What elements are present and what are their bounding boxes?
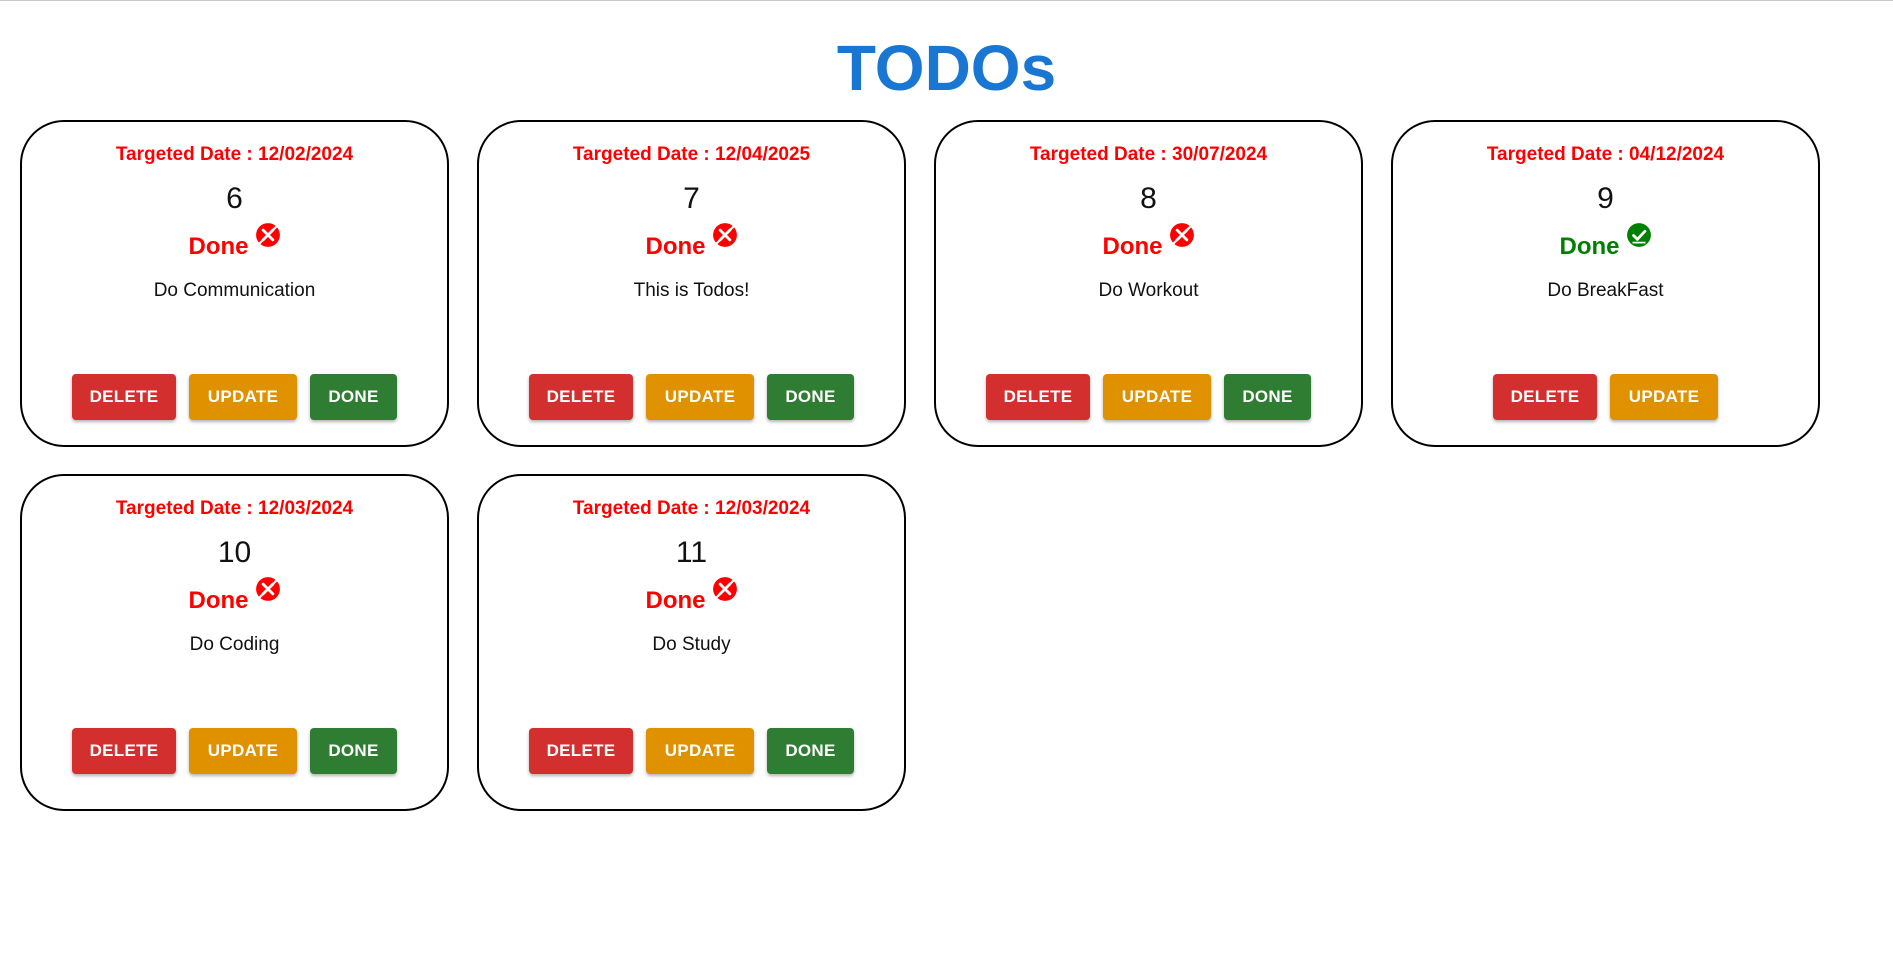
- status-label: Done: [188, 233, 249, 260]
- todo-card: Targeted Date : 30/07/2024 8 Done Do Wor…: [934, 120, 1363, 447]
- todo-description: Do Study: [652, 634, 731, 655]
- card-actions: DELETE UPDATE DONE: [22, 374, 447, 420]
- card-actions: DELETE UPDATE DONE: [22, 728, 447, 774]
- page-title: TODOs: [836, 32, 1057, 104]
- delete-button[interactable]: DELETE: [986, 374, 1090, 420]
- todo-id: 9: [1597, 182, 1614, 215]
- targeted-date: Targeted Date : 04/12/2024: [1486, 144, 1725, 165]
- cancel-icon: [712, 223, 737, 247]
- update-button[interactable]: UPDATE: [1103, 374, 1211, 420]
- todo-card: Targeted Date : 12/03/2024 11 Done Do St…: [477, 474, 906, 811]
- done-button[interactable]: DONE: [310, 374, 397, 420]
- todo-id: 6: [226, 182, 243, 215]
- todo-description: Do Communication: [153, 280, 316, 301]
- delete-button[interactable]: DELETE: [529, 374, 633, 420]
- update-button[interactable]: UPDATE: [189, 374, 297, 420]
- delete-button[interactable]: DELETE: [529, 728, 633, 774]
- delete-button[interactable]: DELETE: [72, 374, 176, 420]
- targeted-date: Targeted Date : 30/07/2024: [1029, 144, 1268, 165]
- cancel-icon: [1169, 223, 1194, 247]
- targeted-date: Targeted Date : 12/02/2024: [115, 144, 354, 165]
- todo-description: Do Workout: [1098, 280, 1199, 301]
- cancel-icon: [255, 577, 280, 601]
- status-label-row: Done: [22, 576, 447, 615]
- status-label-row: Done: [479, 576, 904, 615]
- cancel-icon: [712, 577, 737, 601]
- todo-card: Targeted Date : 12/03/2024 10 Done Do Co…: [20, 474, 449, 811]
- status-label-row: Done: [479, 222, 904, 261]
- todo-id: 10: [217, 536, 252, 569]
- status-label: Done: [645, 587, 706, 614]
- todo-card: Targeted Date : 04/12/2024 9 Done Do Bre…: [1391, 120, 1820, 447]
- top-divider: [0, 0, 1893, 1]
- update-button[interactable]: UPDATE: [646, 728, 754, 774]
- card-actions: DELETE UPDATE DONE: [479, 374, 904, 420]
- done-button[interactable]: DONE: [767, 728, 854, 774]
- targeted-date: Targeted Date : 12/03/2024: [115, 498, 354, 519]
- todo-id: 11: [675, 536, 708, 569]
- update-button[interactable]: UPDATE: [189, 728, 297, 774]
- status-label: Done: [1559, 233, 1620, 260]
- status-label-row: Done: [22, 222, 447, 261]
- todo-card: Targeted Date : 12/02/2024 6 Done Do Com…: [20, 120, 449, 447]
- done-button[interactable]: DONE: [1224, 374, 1311, 420]
- todo-description: Do BreakFast: [1547, 280, 1664, 301]
- status-label-row: Done: [1393, 222, 1818, 261]
- check-circle-icon: [1626, 223, 1651, 247]
- todo-description: This is Todos!: [633, 280, 750, 301]
- todo-id: 8: [1140, 182, 1157, 215]
- targeted-date: Targeted Date : 12/03/2024: [572, 498, 811, 519]
- delete-button[interactable]: DELETE: [72, 728, 176, 774]
- targeted-date: Targeted Date : 12/04/2025: [572, 144, 811, 165]
- card-actions: DELETE UPDATE DONE: [479, 728, 904, 774]
- status-label: Done: [188, 587, 249, 614]
- card-actions: DELETE UPDATE DONE: [936, 374, 1361, 420]
- todo-description: Do Coding: [189, 634, 280, 655]
- update-button[interactable]: UPDATE: [1610, 374, 1718, 420]
- status-label-row: Done: [936, 222, 1361, 261]
- status-label: Done: [1102, 233, 1163, 260]
- update-button[interactable]: UPDATE: [646, 374, 754, 420]
- done-button[interactable]: DONE: [310, 728, 397, 774]
- card-actions: DELETE UPDATE: [1393, 374, 1818, 420]
- cancel-icon: [255, 223, 280, 247]
- todo-card: Targeted Date : 12/04/2025 7 Done This i…: [477, 120, 906, 447]
- todo-id: 7: [683, 182, 700, 215]
- done-button[interactable]: DONE: [767, 374, 854, 420]
- status-label: Done: [645, 233, 706, 260]
- delete-button[interactable]: DELETE: [1493, 374, 1597, 420]
